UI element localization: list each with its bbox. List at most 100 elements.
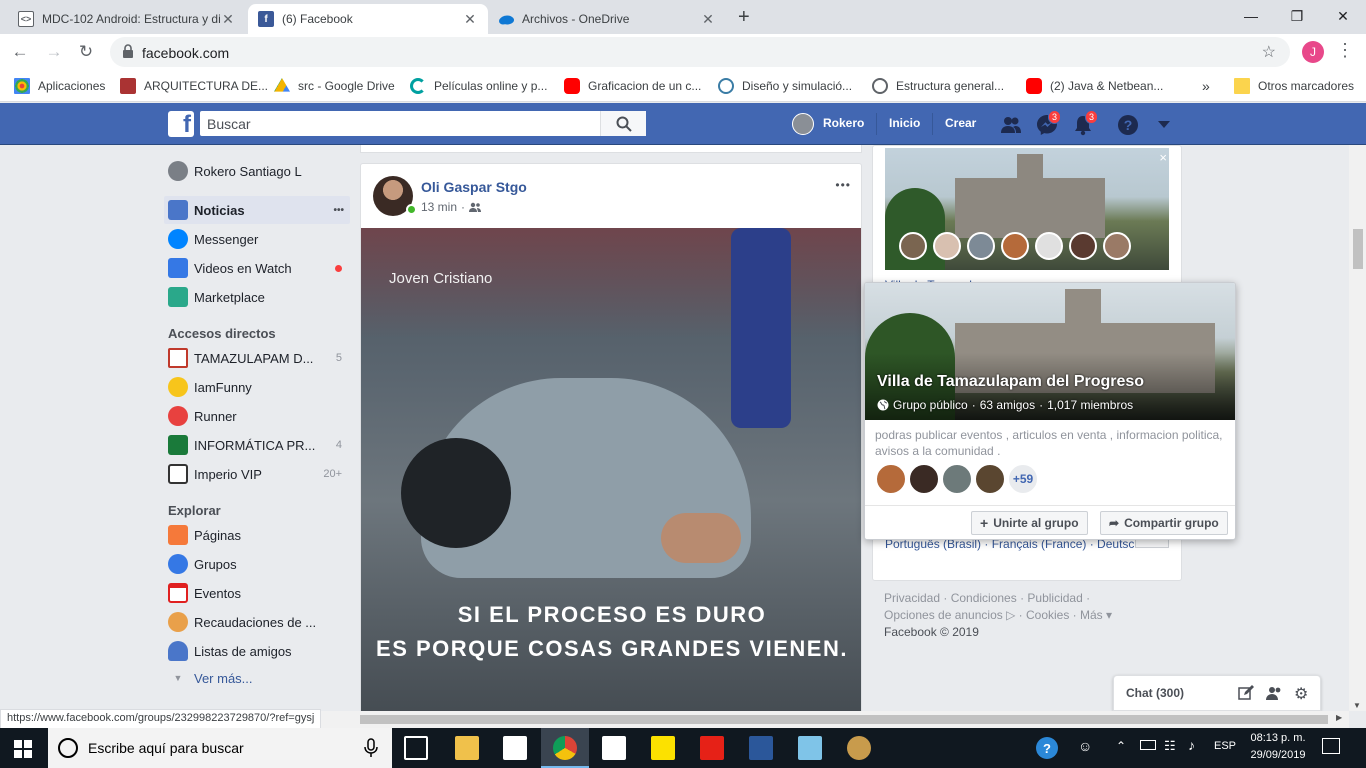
reload-button[interactable]: ↻ <box>74 40 98 64</box>
post-author[interactable]: Oli Gaspar Stgo <box>421 179 527 195</box>
bookmark-star-icon[interactable]: ☆ <box>1262 42 1276 62</box>
scrollbar-thumb[interactable] <box>360 715 1328 724</box>
acrobat-icon[interactable] <box>700 736 724 760</box>
close-icon[interactable]: ✕ <box>462 11 478 28</box>
group-name[interactable]: Villa de Tamazulapam del Progreso <box>877 373 1144 391</box>
new-tab-button[interactable]: + <box>738 6 750 29</box>
help-icon[interactable]: ? <box>1116 113 1140 137</box>
explore-friend-lists[interactable]: Listas de amigos <box>168 637 350 665</box>
bookmark-java-netbeans[interactable]: (2) Java & Netbean... <box>1026 77 1163 95</box>
fb-search-input[interactable] <box>200 111 590 136</box>
post-options-icon[interactable]: ••• <box>835 178 851 192</box>
footer-links-2[interactable]: Opciones de anuncios ▷ · Cookies · Más ▾ <box>884 607 1112 624</box>
explore-fundraisers[interactable]: Recaudaciones de ... <box>168 608 350 636</box>
bookmark-arquitectura[interactable]: ARQUITECTURA DE... <box>120 77 268 95</box>
user-avatar[interactable] <box>792 113 814 135</box>
minimize-button[interactable]: — <box>1228 0 1274 32</box>
back-button[interactable]: ← <box>8 40 32 64</box>
network-icon[interactable]: ☷ <box>1164 738 1176 754</box>
group-cover-image[interactable] <box>885 148 1169 270</box>
avatar[interactable] <box>875 463 907 495</box>
post-time[interactable]: 13 min <box>421 200 457 214</box>
gear-icon[interactable]: ⚙ <box>1294 684 1308 704</box>
tab-onedrive[interactable]: Archivos - OneDrive ✕ <box>488 4 726 34</box>
chrome-taskbar-button[interactable] <box>541 728 589 768</box>
explore-groups[interactable]: Grupos <box>168 550 350 578</box>
tab-facebook[interactable]: f (6) Facebook ✕ <box>248 4 488 34</box>
new-group-chat-icon[interactable] <box>1266 685 1282 701</box>
bookmarks-overflow-button[interactable]: » <box>1202 77 1210 95</box>
bookmark-diseno[interactable]: Diseño y simulació... <box>718 77 852 95</box>
clock-time[interactable]: 08:13 p. m. <box>1248 732 1308 744</box>
vertical-scrollbar[interactable]: ▼ <box>1349 145 1366 711</box>
more-members-badge[interactable]: +59 <box>1007 463 1039 495</box>
sticky-notes-icon[interactable] <box>651 736 675 760</box>
browser-menu-icon[interactable]: ⋮ <box>1336 40 1354 61</box>
task-view-icon[interactable] <box>404 736 428 760</box>
left-nav-profile[interactable]: Rokero Santiago L <box>168 157 350 185</box>
mail-icon[interactable] <box>602 736 626 760</box>
shortcut-imperio-vip[interactable]: Imperio VIP 20+ <box>168 460 350 488</box>
windows-start-icon[interactable] <box>14 740 32 758</box>
post-image[interactable]: Joven Cristiano SI EL PROCESO ES DURO ES… <box>361 228 861 722</box>
battery-icon[interactable] <box>1140 740 1156 750</box>
shortcut-informatica[interactable]: INFORMÁTICA PR... 4 <box>168 431 350 459</box>
friend-requests-icon[interactable] <box>999 113 1023 137</box>
clock-date[interactable]: 29/09/2019 <box>1248 749 1308 761</box>
bookmark-graficacion[interactable]: Graficacion de un c... <box>564 77 701 95</box>
bookmark-peliculas[interactable]: Películas online y p... <box>410 77 547 95</box>
language-indicator[interactable]: ESP <box>1214 740 1236 752</box>
window-close-button[interactable]: ✕ <box>1320 0 1366 32</box>
bookmark-apps[interactable]: Aplicaciones <box>14 77 105 95</box>
paint-icon[interactable] <box>847 736 871 760</box>
address-bar[interactable]: facebook.com ☆ <box>110 37 1290 67</box>
home-link[interactable]: Inicio <box>889 116 920 130</box>
shortcut-runner[interactable]: Runner <box>168 402 350 430</box>
file-explorer-icon[interactable] <box>455 736 479 760</box>
scrollbar-thumb[interactable] <box>1353 229 1363 269</box>
compose-icon[interactable] <box>1238 685 1254 701</box>
sidebar-item-watch[interactable]: Videos en Watch <box>168 254 350 282</box>
shortcut-tamazulapam[interactable]: TAMAZULAPAM D... 5 <box>168 344 350 372</box>
create-link[interactable]: Crear <box>945 116 976 130</box>
explore-pages[interactable]: Páginas <box>168 521 350 549</box>
help-icon[interactable]: ? <box>1036 737 1058 759</box>
people-icon[interactable]: ☺ <box>1078 738 1092 754</box>
shortcut-iamfunny[interactable]: IamFunny <box>168 373 350 401</box>
sidebar-item-noticias[interactable]: Noticias ••• <box>164 196 350 224</box>
join-group-button[interactable]: + Unirte al grupo <box>971 511 1088 535</box>
see-more-link[interactable]: ▼ Ver más... <box>168 664 350 692</box>
avatar[interactable] <box>974 463 1006 495</box>
close-icon[interactable]: ✕ <box>700 11 716 28</box>
sidebar-item-messenger[interactable]: Messenger <box>168 225 350 253</box>
scroll-down-icon[interactable]: ▼ <box>1353 701 1361 710</box>
action-center-icon[interactable] <box>1322 738 1340 754</box>
search-button[interactable] <box>600 111 646 136</box>
taskbar-search-box[interactable]: Escribe aquí para buscar <box>48 728 392 768</box>
close-icon[interactable]: ✕ <box>220 11 236 28</box>
volume-icon[interactable]: ♪ <box>1188 737 1195 753</box>
explore-events[interactable]: Eventos <box>168 579 350 607</box>
profile-link[interactable]: Rokero <box>823 116 864 130</box>
bookmark-estructura[interactable]: Estructura general... <box>872 77 1004 95</box>
tab-mdc-102[interactable]: <> MDC-102 Android: Estructura y di ✕ <box>8 4 246 34</box>
footer-links-1[interactable]: Privacidad · Condiciones · Publicidad · <box>884 590 1090 607</box>
avatar[interactable] <box>941 463 973 495</box>
facebook-logo[interactable]: f <box>168 111 194 137</box>
chat-bar[interactable]: Chat (300) ⚙ <box>1113 675 1321 711</box>
chevron-up-icon[interactable]: ⌃ <box>1116 739 1126 753</box>
close-icon[interactable]: × <box>1159 150 1167 165</box>
maximize-button[interactable]: ❐ <box>1274 0 1320 32</box>
share-group-button[interactable]: ➦ Compartir grupo <box>1100 511 1228 535</box>
bookmark-google-drive[interactable]: src - Google Drive <box>274 77 395 95</box>
word-icon[interactable] <box>749 736 773 760</box>
avatar[interactable] <box>908 463 940 495</box>
sidebar-item-marketplace[interactable]: Marketplace <box>168 283 350 311</box>
forward-button[interactable]: → <box>42 40 66 64</box>
app-icon[interactable] <box>798 736 822 760</box>
store-icon[interactable] <box>503 736 527 760</box>
profile-avatar[interactable]: J <box>1302 41 1324 63</box>
scroll-right-icon[interactable]: ▶ <box>1336 713 1342 722</box>
microphone-icon[interactable] <box>364 738 378 758</box>
more-options-icon[interactable]: ••• <box>333 205 344 216</box>
